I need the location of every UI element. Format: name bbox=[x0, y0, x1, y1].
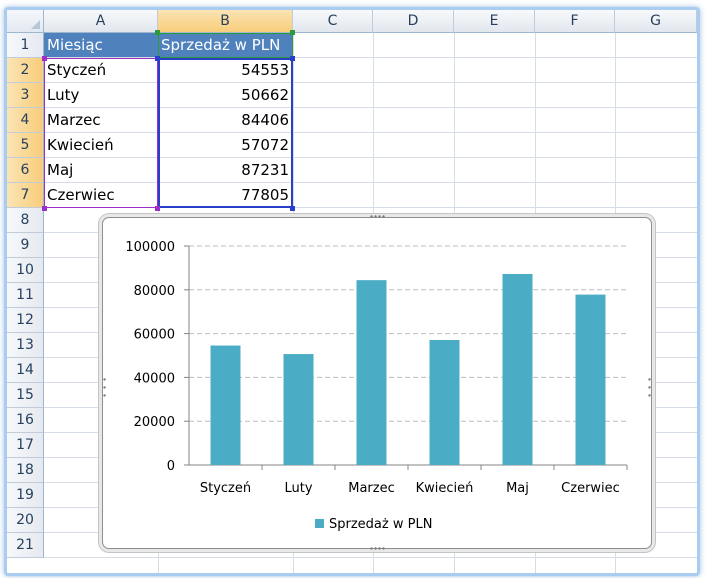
x-tick-label: Czerwiec bbox=[561, 481, 620, 496]
range-handle-icon[interactable] bbox=[290, 30, 295, 35]
column-header-e[interactable]: E bbox=[454, 10, 535, 33]
resize-handle-right-icon[interactable]: ∙ ∙ ∙ bbox=[647, 376, 652, 400]
gridline-row-21 bbox=[44, 557, 697, 558]
legend-label: Sprzedaż w PLN bbox=[329, 517, 432, 532]
bar-Kwiecień[interactable] bbox=[429, 340, 460, 465]
range-handle-icon[interactable] bbox=[155, 30, 160, 35]
category-range-highlight bbox=[44, 58, 158, 208]
values-range-highlight bbox=[158, 58, 293, 208]
x-tick-label: Marzec bbox=[348, 481, 395, 496]
embedded-chart[interactable]: 0 20000 40000 60000 80000 100000 Styczeń Luty Ma… bbox=[102, 217, 652, 549]
row-header-7[interactable]: 7 bbox=[7, 183, 44, 208]
worksheet-grid[interactable]: A B C D E F G 1 2 3 4 5 6 7 8 9 10 11 12… bbox=[7, 10, 697, 573]
legend-swatch bbox=[315, 519, 324, 528]
row-header-4[interactable]: 4 bbox=[7, 108, 44, 133]
row-header-14[interactable]: 14 bbox=[7, 358, 44, 383]
cell-a1[interactable]: Miesiąc bbox=[44, 33, 158, 57]
range-handle-icon[interactable] bbox=[155, 206, 160, 211]
range-handle-icon[interactable] bbox=[155, 56, 160, 61]
row-header-2[interactable]: 2 bbox=[7, 58, 44, 83]
column-chart[interactable]: 0 20000 40000 60000 80000 100000 Styczeń Luty Ma… bbox=[103, 218, 651, 548]
x-tick-label: Styczeń bbox=[200, 481, 251, 496]
column-header-b[interactable]: B bbox=[158, 10, 293, 33]
row-header-12[interactable]: 12 bbox=[7, 308, 44, 333]
row-header-9[interactable]: 9 bbox=[7, 233, 44, 258]
y-tick-label: 60000 bbox=[134, 328, 175, 343]
y-tick-label: 20000 bbox=[134, 415, 175, 430]
select-all-triangle-icon bbox=[31, 20, 40, 29]
column-header-c[interactable]: C bbox=[293, 10, 373, 33]
row-header-18[interactable]: 18 bbox=[7, 458, 44, 483]
y-tick-label: 0 bbox=[167, 459, 175, 474]
bar-Styczeń[interactable] bbox=[210, 345, 241, 465]
range-handle-icon[interactable] bbox=[290, 206, 295, 211]
bar-Marzec[interactable] bbox=[356, 280, 387, 465]
range-handle-icon[interactable] bbox=[42, 56, 47, 61]
row-header-15[interactable]: 15 bbox=[7, 383, 44, 408]
row-header-10[interactable]: 10 bbox=[7, 258, 44, 283]
row-header-3[interactable]: 3 bbox=[7, 83, 44, 108]
range-handle-icon[interactable] bbox=[290, 56, 295, 61]
x-tick-label: Kwiecień bbox=[416, 481, 474, 496]
row-header-17[interactable]: 17 bbox=[7, 433, 44, 458]
resize-handle-bottom-icon[interactable]: ∙∙∙∙ bbox=[369, 545, 386, 553]
row-header-20[interactable]: 20 bbox=[7, 508, 44, 533]
column-header-f[interactable]: F bbox=[535, 10, 615, 33]
bar-Maj[interactable] bbox=[502, 273, 533, 465]
column-header-a[interactable]: A bbox=[44, 10, 158, 33]
row-header-11[interactable]: 11 bbox=[7, 283, 44, 308]
row-header-16[interactable]: 16 bbox=[7, 408, 44, 433]
x-tick-label: Luty bbox=[284, 481, 312, 496]
range-handle-icon[interactable] bbox=[42, 206, 47, 211]
resize-handle-left-icon[interactable]: ∙ ∙ ∙ bbox=[102, 376, 107, 400]
select-all-corner[interactable] bbox=[7, 10, 44, 33]
bar-Luty[interactable] bbox=[283, 354, 314, 465]
y-tick-label: 80000 bbox=[134, 284, 175, 299]
row-header-6[interactable]: 6 bbox=[7, 158, 44, 183]
row-header-1[interactable]: 1 bbox=[7, 33, 44, 58]
row-header-21[interactable]: 21 bbox=[7, 533, 44, 558]
y-tick-label: 100000 bbox=[125, 240, 175, 255]
row-header-13[interactable]: 13 bbox=[7, 333, 44, 358]
row-header-8[interactable]: 8 bbox=[7, 208, 44, 233]
x-tick-label: Maj bbox=[506, 481, 529, 496]
row-header-19[interactable]: 19 bbox=[7, 483, 44, 508]
resize-handle-top-icon[interactable]: ∙∙∙∙ bbox=[369, 213, 386, 221]
bar-Czerwiec[interactable] bbox=[575, 294, 606, 465]
series-name-range-highlight bbox=[158, 33, 293, 58]
spreadsheet-window: A B C D E F G 1 2 3 4 5 6 7 8 9 10 11 12… bbox=[4, 7, 700, 576]
y-tick-label: 40000 bbox=[134, 371, 175, 386]
column-header-d[interactable]: D bbox=[373, 10, 454, 33]
column-header-g[interactable]: G bbox=[615, 10, 697, 33]
row-header-5[interactable]: 5 bbox=[7, 133, 44, 158]
